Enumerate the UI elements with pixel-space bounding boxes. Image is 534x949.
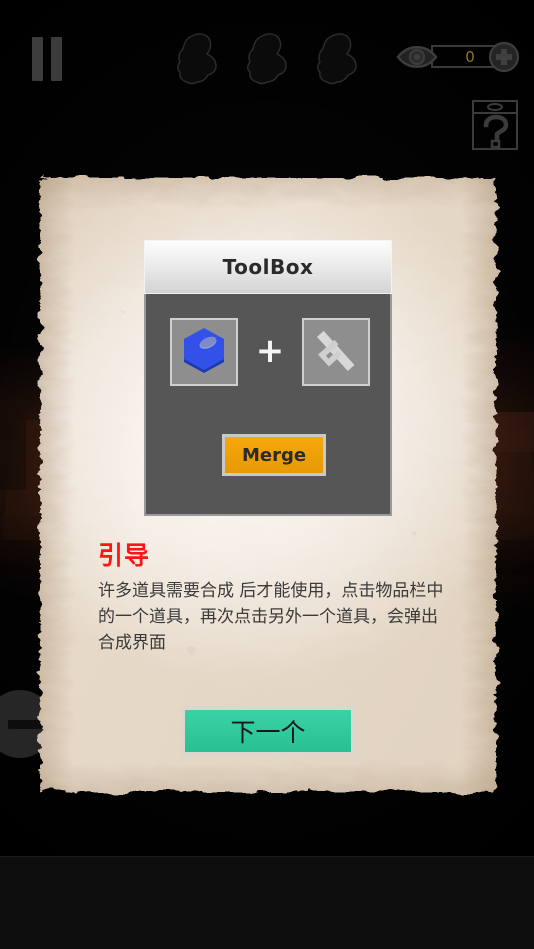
bottom-band	[0, 857, 534, 949]
item-slot-left[interactable]	[169, 318, 238, 386]
minus-icon	[8, 719, 42, 729]
toolbox-slot-row: +	[146, 314, 394, 390]
help-question-icon	[472, 100, 518, 150]
character-silhouette-icon	[247, 33, 287, 85]
bg-prop-left-dark	[0, 400, 26, 490]
guide-body-text: 许多道具需要合成 后才能使用，点击物品栏中的一个道具，再次点击另外一个道具，会弹…	[98, 581, 444, 653]
guide-title: 引导	[98, 541, 151, 570]
help-question-button[interactable]	[471, 99, 519, 151]
character-silhouette-icon	[317, 33, 357, 85]
pause-bar-left	[32, 37, 43, 81]
next-button[interactable]: 下一个	[181, 706, 355, 756]
gray-rake-tool-icon	[317, 330, 355, 372]
toolbox-title: ToolBox	[222, 255, 314, 279]
item-slot-right[interactable]	[302, 318, 371, 386]
paper-content: ToolBox + Merge 引导 许多道具需要合成 后才能使用，点击物品栏中…	[40, 178, 496, 792]
vision-counter-widget[interactable]: 0	[396, 36, 522, 78]
hud-bar: 0	[0, 0, 534, 170]
blue-hex-nut-icon	[183, 328, 224, 373]
bg-prop-right-top	[494, 412, 534, 452]
character-slot-1[interactable]	[170, 30, 226, 88]
pause-button[interactable]	[27, 35, 67, 83]
vision-count-value: 0	[465, 48, 475, 66]
merge-button-label: Merge	[241, 444, 307, 466]
game-screen: 0 ToolBox + Merge 引导 许多道具需要合成 后才能使用，点击物品…	[0, 0, 534, 949]
character-silhouette-icon	[177, 33, 217, 85]
merge-button[interactable]: Merge	[222, 434, 326, 476]
character-slot-3[interactable]	[310, 30, 366, 88]
toolbox-header: ToolBox	[144, 240, 392, 294]
character-slot-2[interactable]	[240, 30, 296, 88]
merge-plus-separator: +	[255, 331, 285, 371]
toolbox-body: + Merge	[144, 294, 392, 516]
toolbox-window: ToolBox + Merge	[144, 240, 392, 516]
next-button-label: 下一个	[230, 718, 306, 747]
pause-bar-right	[51, 37, 62, 81]
